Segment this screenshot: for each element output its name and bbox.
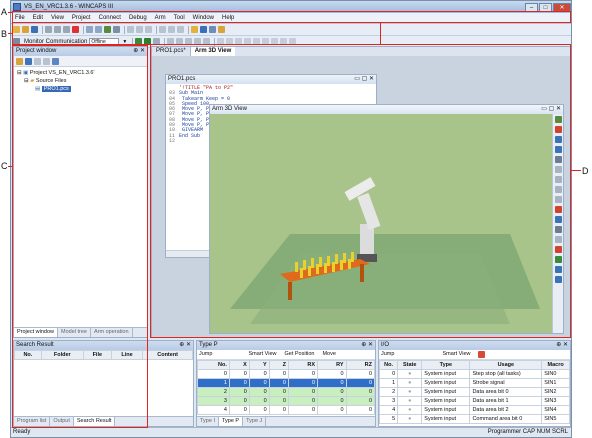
table-row[interactable]: 0000000 <box>197 369 375 379</box>
table-row[interactable]: 1 ● System input Strobe signal SIN1 <box>379 378 570 388</box>
type-p-pin-icon[interactable]: ⊕ ✕ <box>361 341 375 350</box>
status-indicators: Programmer CAP NUM SCRL <box>487 429 568 435</box>
table-row[interactable]: 3000000 <box>197 396 375 406</box>
io-pin-icon[interactable]: ⊕ ✕ <box>556 341 570 350</box>
col-macro[interactable]: Macro <box>541 360 570 370</box>
state-led-icon: ● <box>397 369 423 379</box>
status-text: Ready <box>13 429 31 435</box>
app-icon <box>13 3 21 11</box>
callout-b-box <box>12 22 381 45</box>
window-title: VS_EN_VRC1.3.6 - WINCAPS III <box>24 4 114 10</box>
callout-d: D <box>582 166 589 176</box>
table-row[interactable]: 1000000 <box>197 378 375 388</box>
col-rx[interactable]: RX <box>287 360 319 370</box>
tab-type-i[interactable]: Type I <box>197 417 219 426</box>
table-row[interactable]: 2000000 <box>197 387 375 397</box>
type-p-title: Type P <box>199 342 218 348</box>
io-jump-button[interactable]: Jump <box>381 350 394 359</box>
callout-d-box <box>150 44 571 338</box>
col-no[interactable]: No. <box>197 360 230 370</box>
callout-b: B <box>1 29 8 39</box>
col-usage[interactable]: Usage <box>469 360 543 370</box>
io-clear-icon[interactable] <box>478 351 486 358</box>
table-row[interactable]: 0 ● System input Step stop (all tasks) SIN0 <box>379 369 570 379</box>
col-y[interactable]: Y <box>248 360 270 370</box>
io-panel: I/O ⊕ ✕ Jump Smart View No. State Type Us… <box>378 340 571 427</box>
jump-button[interactable]: Jump <box>199 350 212 359</box>
col-no[interactable]: No. <box>379 360 399 370</box>
status-bar: Ready Programmer CAP NUM SCRL <box>11 427 571 437</box>
io-smart-view-button[interactable]: Smart View <box>442 350 470 359</box>
io-table: No. State Type Usage Macro 0 ● System inpu… <box>379 360 570 424</box>
col-z[interactable]: Z <box>268 360 289 370</box>
smart-view-button[interactable]: Smart View <box>248 350 276 359</box>
search-pin-icon[interactable]: ⊕ ✕ <box>179 341 193 350</box>
col-x[interactable]: X <box>228 360 250 370</box>
tab-type-j[interactable]: Type J <box>243 417 267 426</box>
state-led-icon: ● <box>397 378 423 388</box>
col-ry[interactable]: RY <box>317 360 347 370</box>
table-row[interactable]: 2 ● System input Data area bit 0 SIN2 <box>379 387 570 397</box>
callout-a: A <box>1 7 8 17</box>
table-row[interactable]: 4000000 <box>197 405 375 415</box>
state-led-icon: ● <box>397 414 423 424</box>
callout-c: C <box>1 161 8 171</box>
get-position-button[interactable]: Get Position <box>284 350 314 359</box>
table-row[interactable]: 3 ● System input Data area bit 1 SIN3 <box>379 396 570 406</box>
type-p-table: No. X Y Z RX RY RZ 0000000 1000000 20000… <box>197 360 375 415</box>
table-row[interactable]: 4 ● System input Data area bit 2 SIN4 <box>379 405 570 415</box>
tab-type-p[interactable]: Type P <box>218 417 244 426</box>
col-type[interactable]: Type <box>421 360 471 370</box>
move-button[interactable]: Move <box>322 350 335 359</box>
type-p-panel: Type P ⊕ ✕ Jump Smart View Get Position M… <box>196 340 376 427</box>
state-led-icon: ● <box>397 396 423 406</box>
callout-d-line <box>571 170 581 171</box>
state-led-icon: ● <box>397 405 423 415</box>
table-row[interactable]: 5 ● System input Command area bit 0 SIN5 <box>379 414 570 424</box>
col-rz[interactable]: RZ <box>345 360 375 370</box>
io-title: I/O <box>381 342 390 348</box>
col-state[interactable]: State <box>397 360 423 370</box>
callout-c-box <box>12 45 148 428</box>
col-content[interactable]: Content <box>142 350 193 360</box>
state-led-icon: ● <box>397 387 423 397</box>
